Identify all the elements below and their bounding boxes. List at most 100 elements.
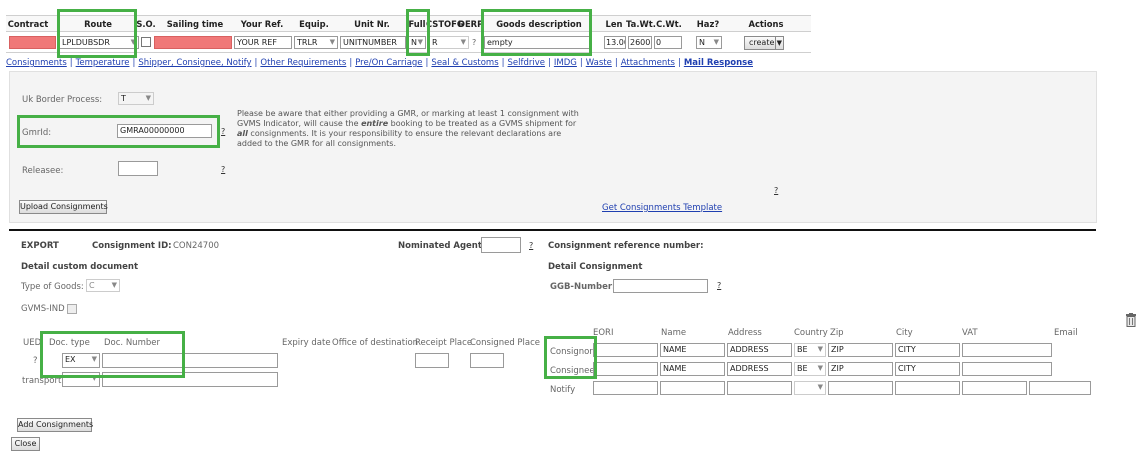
releasee-input[interactable]: [118, 161, 158, 176]
consignee-country-select[interactable]: BE ▼: [794, 362, 826, 376]
notify-label: Notify: [550, 385, 576, 395]
detail-consignment-heading: Detail Consignment: [548, 262, 643, 272]
tab-selfdrive[interactable]: Selfdrive: [508, 58, 546, 68]
sailing-time-input[interactable]: [154, 36, 232, 49]
cwt-input[interactable]: 0: [654, 36, 682, 49]
consignee-address-input[interactable]: ADDRESS: [727, 362, 792, 376]
close-button[interactable]: Close: [11, 437, 40, 451]
releasee-help-icon[interactable]: ?: [221, 165, 225, 174]
ggb-input[interactable]: [613, 279, 708, 293]
uk-border-select[interactable]: T ▼: [118, 92, 154, 105]
tab-imdg[interactable]: IMDG: [554, 58, 577, 68]
type-of-goods-value: C: [89, 281, 95, 290]
tab-shipper-consignee-notify[interactable]: Shipper, Consignee, Notify: [138, 58, 251, 68]
col-len: Len: [605, 19, 623, 29]
consignment-id-label: Consignment ID:: [92, 241, 172, 251]
gvms-ind-checkbox[interactable]: [67, 304, 77, 314]
haz-select[interactable]: N ▼: [696, 36, 722, 49]
detail-custom-heading: Detail custom document: [21, 262, 139, 272]
tab-mail-response[interactable]: Mail Response: [684, 58, 753, 68]
consignor-name-input[interactable]: NAME: [660, 343, 725, 357]
consignment-id-value: CON24700: [173, 241, 220, 251]
consignor-country-select[interactable]: BE ▼: [794, 343, 826, 357]
notify-eori-input[interactable]: [593, 381, 658, 395]
template-help-icon[interactable]: ?: [774, 186, 778, 195]
col-your-ref: Your Ref.: [240, 19, 284, 29]
notify-zip-input[interactable]: [828, 381, 893, 395]
chevron-down-icon: ▼: [817, 383, 823, 391]
chevron-down-icon: ▼: [111, 281, 117, 289]
nominated-agent-input[interactable]: [481, 237, 521, 253]
consignee-zip-input[interactable]: ZIP: [828, 362, 893, 376]
notify-city-input[interactable]: [895, 381, 960, 395]
tab-consignments[interactable]: Consignments: [6, 58, 67, 68]
col-sailing-time: Sailing time: [166, 19, 224, 29]
col-cwt: C.Wt.: [656, 19, 682, 29]
tab-bar: Consignments | Temperature | Shipper, Consig…: [6, 58, 753, 68]
your-ref-input[interactable]: YOUR REF: [234, 36, 292, 49]
notify-email-input[interactable]: [1029, 381, 1091, 395]
ued-label: UED: [23, 338, 42, 348]
unit-nr-input[interactable]: UNITNUMBER: [340, 36, 406, 49]
notify-name-input[interactable]: [660, 381, 725, 395]
ued-help-icon[interactable]: ?: [33, 356, 38, 366]
consigned-place-input[interactable]: [470, 353, 504, 368]
col-vat: VAT: [962, 328, 978, 338]
type-of-goods-select[interactable]: C ▼: [86, 279, 120, 292]
cstofg-select[interactable]: R ▼: [429, 36, 469, 49]
consignor-address-input[interactable]: ADDRESS: [727, 343, 792, 357]
col-city: City: [896, 328, 913, 338]
consignor-zip-input[interactable]: ZIP: [828, 343, 893, 357]
consignor-eori-input[interactable]: [593, 343, 658, 357]
consignee-name-input[interactable]: NAME: [660, 362, 725, 376]
ggb-help-icon[interactable]: ?: [717, 281, 721, 290]
contract-input[interactable]: [9, 36, 56, 49]
consignment-ref-label: Consignment reference number:: [548, 241, 704, 251]
col-unit-nr: Unit Nr.: [354, 19, 390, 29]
highlight-route: [57, 9, 137, 58]
highlight-gmr: [17, 115, 220, 148]
tab-pre-on-carriage[interactable]: Pre/On Carriage: [355, 58, 422, 68]
equip-select[interactable]: TRLR ▼: [294, 36, 338, 49]
chevron-down-icon: ▼: [817, 345, 823, 353]
consignee-vat-input[interactable]: [962, 362, 1052, 376]
notify-vat-input[interactable]: [962, 381, 1027, 395]
tawt-input[interactable]: 2600: [628, 36, 652, 49]
col-address: Address: [728, 328, 762, 338]
tab-seal-customs[interactable]: Seal & Customs: [431, 58, 498, 68]
consignee-eori-input[interactable]: [593, 362, 658, 376]
derp-help[interactable]: ?: [472, 38, 476, 47]
col-zip: Zip: [830, 328, 844, 338]
col-equip: Equip.: [299, 19, 329, 29]
agent-help-icon[interactable]: ?: [529, 241, 533, 250]
receipt-place-label: Receipt Place: [415, 338, 473, 348]
consignor-city-input[interactable]: CITY: [895, 343, 960, 357]
add-consignments-button[interactable]: Add Consignments: [17, 418, 93, 432]
receipt-place-input[interactable]: [415, 353, 449, 368]
action-select[interactable]: create ▼: [744, 36, 784, 50]
trash-icon[interactable]: [1125, 313, 1137, 327]
highlight-goods: [481, 9, 592, 56]
tab-attachments[interactable]: Attachments: [621, 58, 675, 68]
len-input[interactable]: 13.00: [604, 36, 626, 49]
notify-country-select[interactable]: ▼: [794, 381, 826, 395]
uk-border-label: Uk Border Process:: [22, 95, 103, 105]
highlight-doc-type: [40, 331, 185, 378]
expiry-date-label: Expiry date: [282, 338, 331, 348]
chevron-down-icon: ▼: [329, 38, 335, 46]
get-template-link[interactable]: Get Consignments Template: [602, 203, 722, 213]
consignor-vat-input[interactable]: [962, 343, 1052, 357]
col-name: Name: [661, 328, 687, 338]
tab-temperature[interactable]: Temperature: [76, 58, 130, 68]
consignee-city-input[interactable]: CITY: [895, 362, 960, 376]
tab-waste[interactable]: Waste: [586, 58, 612, 68]
notify-address-input[interactable]: [727, 381, 792, 395]
nominated-agent-label: Nominated Agent :: [398, 241, 489, 251]
gmr-help-icon[interactable]: ?: [221, 127, 225, 136]
tab-other-requirements[interactable]: Other Requirements: [260, 58, 346, 68]
so-checkbox[interactable]: [141, 37, 151, 47]
upload-consignments-button[interactable]: Upload Consignments: [19, 200, 108, 214]
col-cstofg: CSTOFG: [426, 19, 464, 29]
highlight-full: [406, 9, 430, 56]
equip-value: TRLR: [297, 38, 318, 47]
